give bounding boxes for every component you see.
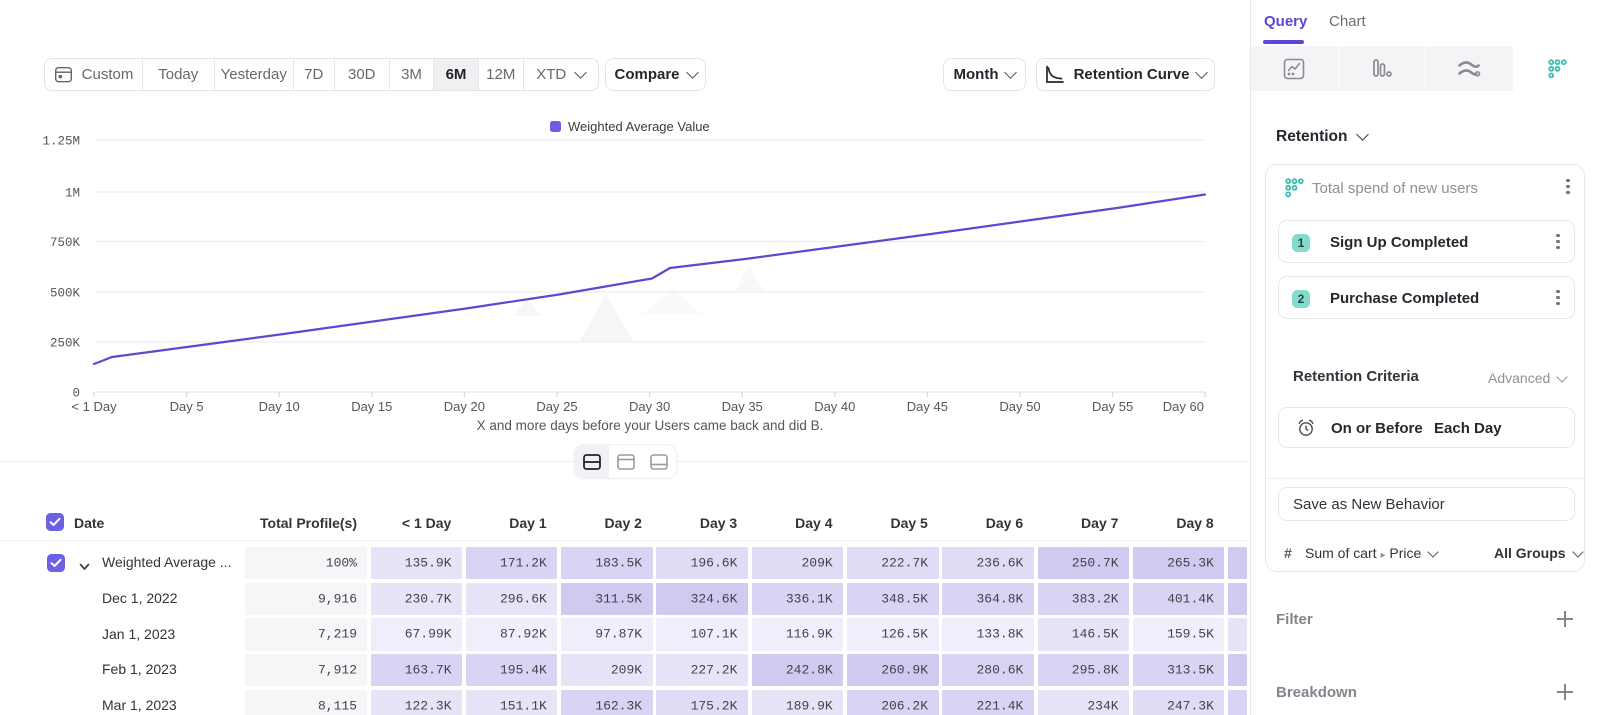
svg-text:Day 50: Day 50 bbox=[999, 399, 1040, 414]
svg-text:< 1 Day: < 1 Day bbox=[71, 399, 117, 414]
svg-text:Day 35: Day 35 bbox=[722, 399, 763, 414]
svg-text:Day 15: Day 15 bbox=[351, 399, 392, 414]
svg-text:Day 45: Day 45 bbox=[907, 399, 948, 414]
svg-text:500K: 500K bbox=[50, 287, 81, 301]
svg-text:250K: 250K bbox=[50, 337, 81, 351]
svg-text:Day 60: Day 60 bbox=[1163, 399, 1204, 414]
svg-text:Day 20: Day 20 bbox=[444, 399, 485, 414]
svg-text:1.25M: 1.25M bbox=[42, 135, 80, 149]
svg-text:Day 10: Day 10 bbox=[259, 399, 300, 414]
svg-text:X and more days before your Us: X and more days before your Users came b… bbox=[477, 418, 824, 433]
svg-text:Day 40: Day 40 bbox=[814, 399, 855, 414]
svg-text:750K: 750K bbox=[50, 236, 81, 250]
svg-text:Day 30: Day 30 bbox=[629, 399, 670, 414]
svg-text:Day 25: Day 25 bbox=[536, 399, 577, 414]
svg-text:Day 5: Day 5 bbox=[170, 399, 204, 414]
svg-text:Day 55: Day 55 bbox=[1092, 399, 1133, 414]
svg-text:1M: 1M bbox=[65, 187, 80, 201]
